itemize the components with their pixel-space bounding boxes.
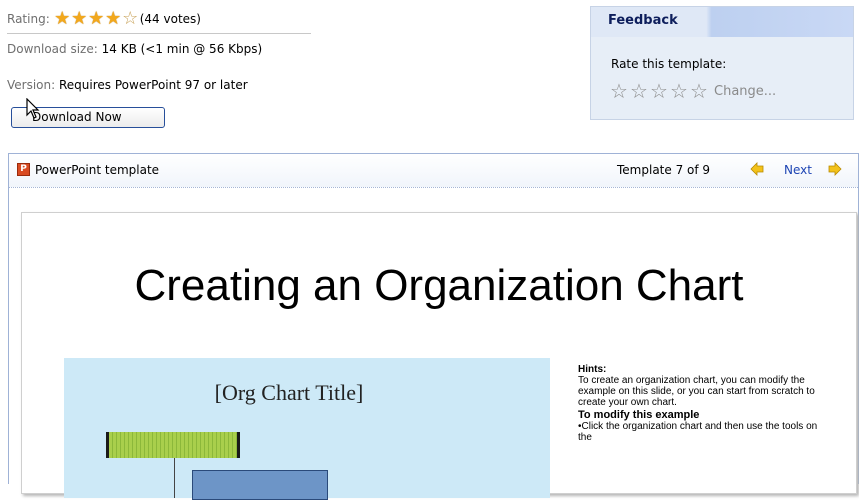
org-chart-sub-box <box>192 470 328 500</box>
rating-row: Rating: ★ ★ ★ ★ ☆ (44 votes) <box>7 10 201 28</box>
modify-heading: To modify this example <box>578 409 700 421</box>
version-row: Version: Requires PowerPoint 97 or later <box>7 78 248 92</box>
change-rating-link[interactable]: Change... <box>714 84 776 99</box>
template-toolbar: P PowerPoint template Template 7 of 9 Ne… <box>9 154 858 188</box>
star-outline-icon[interactable]: ☆ <box>649 81 669 101</box>
hints-heading: Hints: <box>578 364 607 375</box>
star-outline-icon: ☆ <box>122 8 139 29</box>
hints-text: To create an organization chart, you can… <box>578 375 815 408</box>
slide-title: Creating an Organization Chart <box>134 261 744 310</box>
powerpoint-icon: P <box>17 163 30 176</box>
mouse-cursor-icon <box>26 98 40 119</box>
star-icon: ★ <box>71 8 88 29</box>
hints-panel: Hints: To create an organization chart, … <box>578 364 818 443</box>
star-outline-icon[interactable]: ☆ <box>629 81 649 101</box>
rating-stars: ★ ★ ★ ★ ☆ <box>54 10 139 28</box>
template-counter: Template 7 of 9 <box>617 163 711 177</box>
download-size-label: Download size: <box>7 42 98 56</box>
template-name: PowerPoint template <box>35 163 160 177</box>
version-label: Version: <box>7 78 56 92</box>
feedback-title: Feedback <box>608 13 678 28</box>
feedback-panel: Feedback Rate this template: ☆ ☆ ☆ ☆ ☆ C… <box>590 6 854 120</box>
org-chart-top-box <box>106 432 240 458</box>
next-arrow-icon[interactable] <box>827 161 843 177</box>
org-chart-connector <box>174 458 175 498</box>
previous-arrow-icon[interactable] <box>749 161 765 177</box>
template-preview-frame: P PowerPoint template Template 7 of 9 Ne… <box>8 153 859 500</box>
download-size-row: Download size: 14 KB (<1 min @ 56 Kbps) <box>7 42 262 56</box>
rating-votes: (44 votes) <box>139 12 201 26</box>
org-chart-title: [Org Chart Title] <box>214 380 364 405</box>
rate-template-label: Rate this template: <box>611 57 727 71</box>
version-value: Requires PowerPoint 97 or later <box>59 78 248 92</box>
download-size-value: 14 KB (<1 min @ 56 Kbps) <box>101 42 263 56</box>
modify-text: •Click the organization chart and then u… <box>578 421 818 443</box>
rate-stars[interactable]: ☆ ☆ ☆ ☆ ☆ Change... <box>609 81 776 101</box>
star-icon: ★ <box>54 8 71 29</box>
rating-label: Rating: <box>7 12 50 26</box>
divider <box>7 33 311 34</box>
star-outline-icon[interactable]: ☆ <box>669 81 689 101</box>
org-chart-area: [Org Chart Title] <box>64 358 550 500</box>
star-outline-icon[interactable]: ☆ <box>689 81 709 101</box>
star-icon: ★ <box>105 8 122 29</box>
feedback-header: Feedback <box>591 7 853 37</box>
star-outline-icon[interactable]: ☆ <box>609 81 629 101</box>
next-link[interactable]: Next <box>784 163 812 177</box>
slide-preview: Creating an Organization Chart [Org Char… <box>21 212 857 500</box>
star-icon: ★ <box>88 8 105 29</box>
